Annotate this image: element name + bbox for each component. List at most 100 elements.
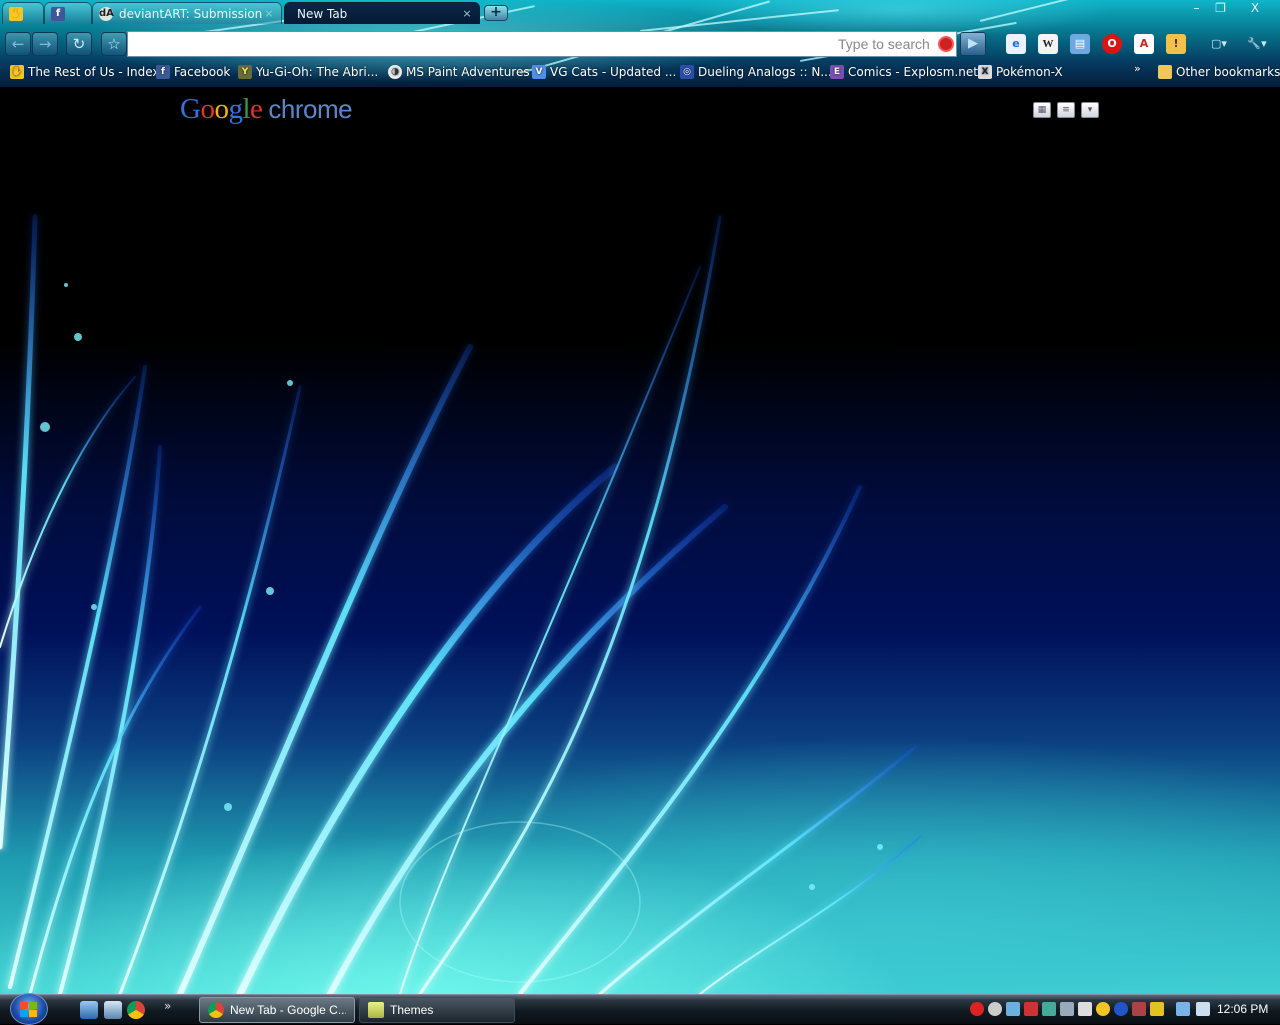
tray-smiley-icon[interactable] bbox=[1096, 1002, 1110, 1016]
frame-streak bbox=[979, 0, 1136, 22]
bookmark-label: Facebook bbox=[174, 65, 231, 79]
tray-steam-icon[interactable] bbox=[988, 1002, 1002, 1016]
tab-cursor-site[interactable]: ✋ bbox=[2, 2, 44, 24]
bookmark-item[interactable]: V VG Cats - Updated ... bbox=[532, 62, 676, 82]
screenshot-icon[interactable]: ▤ bbox=[1070, 34, 1090, 54]
taskbar-clock[interactable]: 12:06 PM bbox=[1217, 1002, 1268, 1016]
frame-streak bbox=[639, 9, 840, 32]
cursor-hand-icon: ✋ bbox=[10, 65, 24, 79]
list-view-icon[interactable]: ≡ bbox=[1057, 102, 1075, 118]
bookmark-star-button[interactable]: ☆ bbox=[101, 32, 127, 56]
bookmark-item[interactable]: f Facebook bbox=[156, 62, 230, 82]
browser-frame: ✋ f dA deviantART: Submission × New Tab … bbox=[0, 0, 1280, 87]
tray-display-icon[interactable] bbox=[1042, 1002, 1056, 1016]
taskbar-button-label: New Tab - Google C... bbox=[230, 1003, 346, 1017]
show-desktop-icon[interactable] bbox=[80, 1001, 98, 1019]
bookmark-label: Yu-Gi-Oh: The Abri... bbox=[256, 65, 379, 79]
new-tab-button[interactable]: + bbox=[484, 5, 508, 21]
tray-dagger-icon[interactable] bbox=[1024, 1002, 1038, 1016]
bookmark-item[interactable]: ✋ The Rest of Us - Index bbox=[10, 62, 160, 82]
options-menu-icon[interactable]: ▾ bbox=[1081, 102, 1099, 118]
tray-dragon-icon[interactable] bbox=[1132, 1002, 1146, 1016]
window-switch-icon[interactable] bbox=[104, 1001, 122, 1019]
bookmark-label: VG Cats - Updated ... bbox=[550, 65, 677, 79]
tab-facebook[interactable]: f bbox=[44, 2, 92, 24]
explosm-icon: E bbox=[830, 65, 844, 79]
tab-title: deviantART: Submission bbox=[119, 6, 263, 21]
tray-people-icon[interactable] bbox=[1006, 1002, 1020, 1016]
logo-letter: o bbox=[200, 93, 215, 125]
chrome-icon bbox=[208, 1002, 224, 1018]
windows-start-icon[interactable] bbox=[10, 993, 48, 1025]
new-tab-page: Google chrome ▦ ≡ ▾ bbox=[0, 87, 1280, 994]
facebook-icon: f bbox=[156, 65, 170, 79]
folder-icon bbox=[1158, 65, 1172, 79]
tray-network-icon[interactable] bbox=[1176, 1002, 1190, 1016]
taskbar-button-label: Themes bbox=[390, 1003, 434, 1017]
tray-tools-icon[interactable] bbox=[1078, 1002, 1092, 1016]
yugioh-icon: Y bbox=[238, 65, 252, 79]
bookmark-label: Pokémon-X bbox=[996, 65, 1063, 79]
restore-button[interactable]: ❐ bbox=[1208, 0, 1233, 17]
bookmark-label: The Rest of Us - Index bbox=[28, 65, 160, 79]
wikipedia-icon[interactable]: W bbox=[1038, 34, 1058, 54]
flashlight-icon[interactable]: ! bbox=[1166, 34, 1186, 54]
logo-letter: e bbox=[250, 93, 263, 125]
other-bookmarks-button[interactable]: Other bookmarks bbox=[1158, 62, 1280, 82]
tab-new-tab[interactable]: New Tab × bbox=[284, 2, 480, 24]
wrench-menu-button[interactable]: 🔧▾ bbox=[1240, 34, 1274, 54]
tray-ring-icon[interactable] bbox=[1114, 1002, 1128, 1016]
tray-red-x-icon[interactable] bbox=[970, 1002, 984, 1016]
deviantart-icon: dA bbox=[99, 6, 114, 21]
tray-usb-icon[interactable] bbox=[1060, 1002, 1074, 1016]
cursor-hand-icon: ✋ bbox=[9, 6, 23, 21]
tray-shield-icon[interactable] bbox=[1150, 1002, 1164, 1016]
forward-button[interactable]: → bbox=[32, 32, 58, 56]
vgcats-icon: V bbox=[532, 65, 546, 79]
bookmarks-overflow-button[interactable]: » bbox=[1134, 58, 1141, 78]
search-placeholder: Type to search bbox=[838, 36, 930, 52]
other-bookmarks-label: Other bookmarks bbox=[1176, 65, 1280, 79]
tab-close-icon[interactable]: × bbox=[461, 7, 473, 20]
opera-icon[interactable]: O bbox=[1102, 34, 1122, 54]
close-window-button[interactable]: X bbox=[1240, 0, 1270, 17]
logo-letter: g bbox=[228, 93, 243, 125]
minimize-button[interactable]: – bbox=[1184, 0, 1209, 17]
tab-title: New Tab bbox=[297, 6, 348, 21]
logo-letter: l bbox=[242, 93, 251, 125]
bookmark-item[interactable]: Y Yu-Gi-Oh: The Abri... bbox=[238, 62, 378, 82]
logo-chrome-word: chrome bbox=[268, 94, 353, 124]
page-menu-button[interactable]: ▢▾ bbox=[1204, 34, 1234, 54]
logo-letter: G bbox=[180, 93, 201, 125]
tray-volume-icon[interactable] bbox=[1196, 1002, 1210, 1016]
bookmark-item[interactable]: ◑ MS Paint Adventures bbox=[388, 62, 530, 82]
theme-background-art bbox=[0, 214, 921, 994]
google-chrome-logo: Google chrome bbox=[180, 93, 353, 126]
back-button[interactable]: ← bbox=[5, 32, 31, 56]
notepad-icon bbox=[368, 1002, 384, 1018]
quick-launch-overflow[interactable]: » bbox=[164, 999, 171, 1013]
taskbar-button-chrome[interactable]: New Tab - Google C... bbox=[199, 997, 355, 1023]
translate-icon[interactable]: A bbox=[1134, 34, 1154, 54]
reload-button[interactable]: ↻ bbox=[66, 32, 92, 56]
grid-view-icon[interactable]: ▦ bbox=[1033, 102, 1051, 118]
facebook-icon: f bbox=[51, 6, 65, 21]
mspa-icon: ◑ bbox=[388, 65, 402, 79]
bookmark-item[interactable]: ◎ Dueling Analogs :: N... bbox=[680, 62, 832, 82]
pokemon-x-icon: X bbox=[978, 65, 992, 79]
logo-letter: o bbox=[214, 93, 229, 125]
bookmark-item[interactable]: E Comics - Explosm.net bbox=[830, 62, 978, 82]
bookmark-label: Comics - Explosm.net bbox=[848, 65, 978, 79]
chrome-icon[interactable] bbox=[127, 1001, 145, 1019]
bookmark-label: MS Paint Adventures bbox=[406, 65, 530, 79]
taskbar-button-themes[interactable]: Themes bbox=[359, 997, 515, 1023]
tab-close-icon[interactable]: × bbox=[263, 7, 275, 20]
go-button[interactable]: ▶ bbox=[960, 32, 986, 56]
bookmark-label: Dueling Analogs :: N... bbox=[698, 65, 832, 79]
bookmark-item[interactable]: X Pokémon-X bbox=[978, 62, 1063, 82]
tab-deviantart[interactable]: dA deviantART: Submission × bbox=[92, 2, 282, 24]
search-engine-icon[interactable] bbox=[938, 36, 954, 52]
ie-tab-icon[interactable]: e bbox=[1006, 34, 1026, 54]
controller-icon: ◎ bbox=[680, 65, 694, 79]
windows-flag-icon bbox=[20, 1002, 37, 1017]
